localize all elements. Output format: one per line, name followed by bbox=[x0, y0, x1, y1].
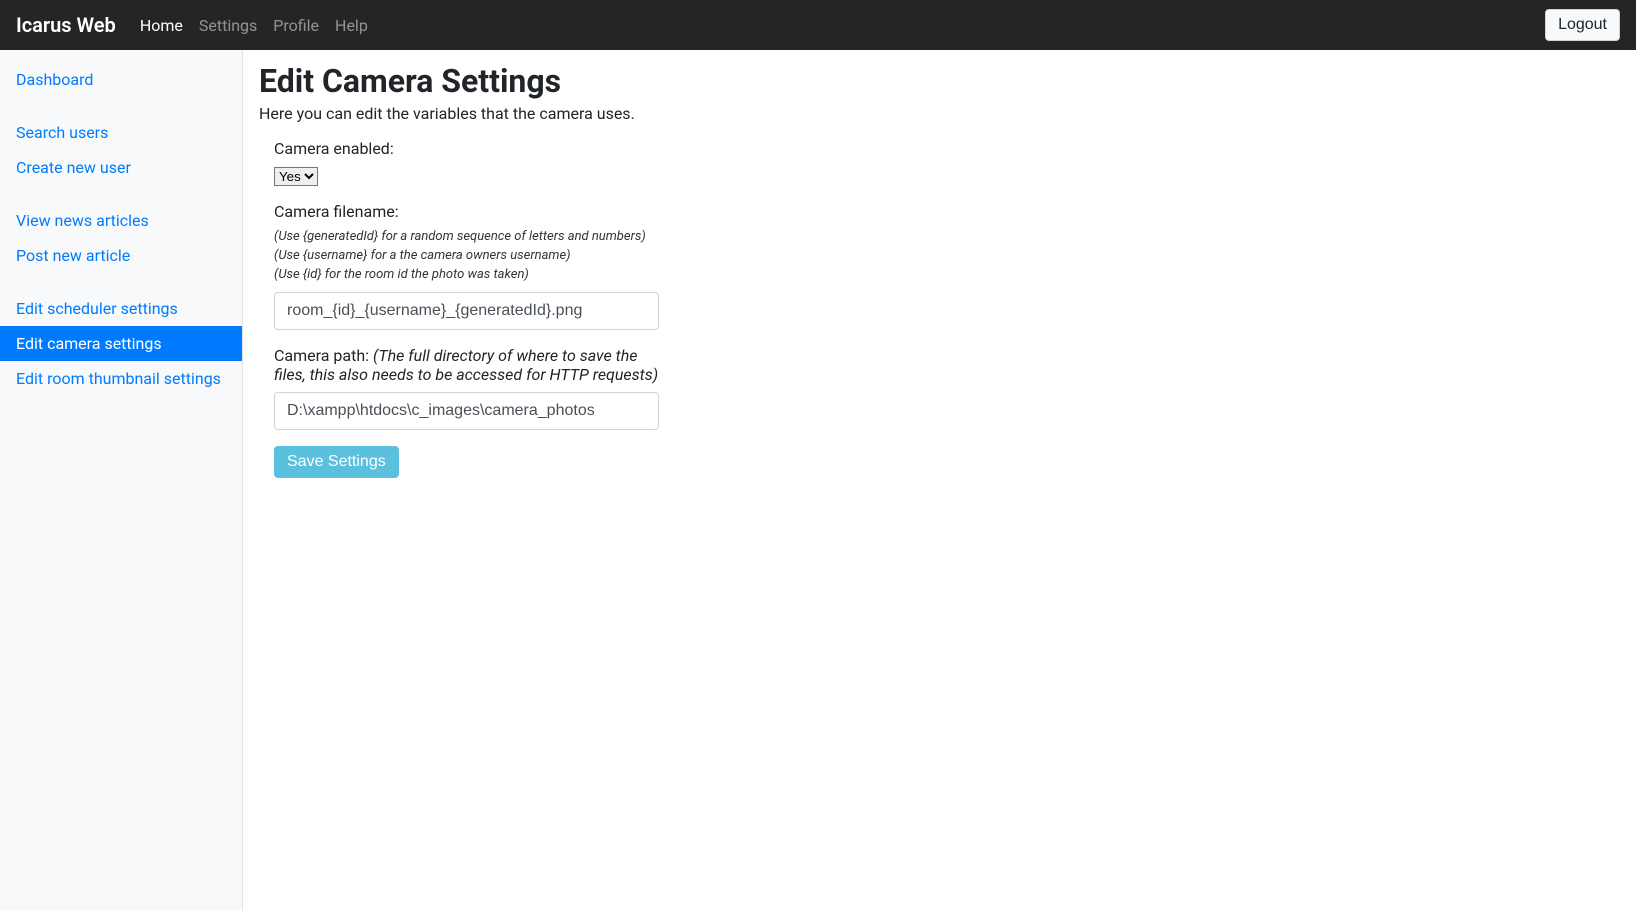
nav-profile[interactable]: Profile bbox=[265, 8, 327, 43]
camera-enabled-label: Camera enabled: bbox=[274, 139, 659, 158]
navbar-left: Icarus Web Home Settings Profile Help bbox=[16, 13, 376, 37]
sidebar-item-edit-thumbnail[interactable]: Edit room thumbnail settings bbox=[0, 361, 242, 396]
filename-help-3: (Use {id} for the room id the photo was … bbox=[274, 267, 659, 282]
sidebar-item-edit-camera[interactable]: Edit camera settings bbox=[0, 326, 242, 361]
settings-form: Camera enabled: Yes No Camera filename: … bbox=[259, 139, 659, 478]
camera-path-input[interactable] bbox=[274, 392, 659, 430]
filename-help-1: (Use {generatedId} for a random sequence… bbox=[274, 229, 659, 244]
page-subtitle: Here you can edit the variables that the… bbox=[259, 104, 1620, 123]
save-settings-button[interactable]: Save Settings bbox=[274, 446, 399, 478]
brand-link[interactable]: Icarus Web bbox=[16, 13, 116, 37]
sidebar-item-create-user[interactable]: Create new user bbox=[0, 150, 242, 185]
nav-home[interactable]: Home bbox=[132, 8, 191, 43]
sidebar: Dashboard Search users Create new user V… bbox=[0, 50, 243, 911]
sidebar-item-view-news[interactable]: View news articles bbox=[0, 203, 242, 238]
sidebar-item-search-users[interactable]: Search users bbox=[0, 115, 242, 150]
logout-button[interactable]: Logout bbox=[1545, 9, 1620, 41]
nav-settings[interactable]: Settings bbox=[191, 8, 265, 43]
camera-path-label: Camera path: (The full directory of wher… bbox=[274, 346, 659, 384]
camera-path-label-text: Camera path: bbox=[274, 346, 373, 365]
top-navbar: Icarus Web Home Settings Profile Help Lo… bbox=[0, 0, 1636, 50]
page-title: Edit Camera Settings bbox=[259, 62, 1620, 100]
sidebar-item-edit-scheduler[interactable]: Edit scheduler settings bbox=[0, 291, 242, 326]
camera-filename-label: Camera filename: bbox=[274, 202, 659, 221]
layout: Dashboard Search users Create new user V… bbox=[0, 50, 1636, 911]
camera-filename-input[interactable] bbox=[274, 292, 659, 330]
sidebar-item-post-article[interactable]: Post new article bbox=[0, 238, 242, 273]
sidebar-item-dashboard[interactable]: Dashboard bbox=[0, 62, 242, 97]
nav-help[interactable]: Help bbox=[327, 8, 376, 43]
camera-enabled-select[interactable]: Yes No bbox=[274, 167, 318, 186]
main-content: Edit Camera Settings Here you can edit t… bbox=[243, 50, 1636, 911]
filename-help-2: (Use {username} for a the camera owners … bbox=[274, 248, 659, 263]
navbar-links: Home Settings Profile Help bbox=[132, 16, 376, 35]
